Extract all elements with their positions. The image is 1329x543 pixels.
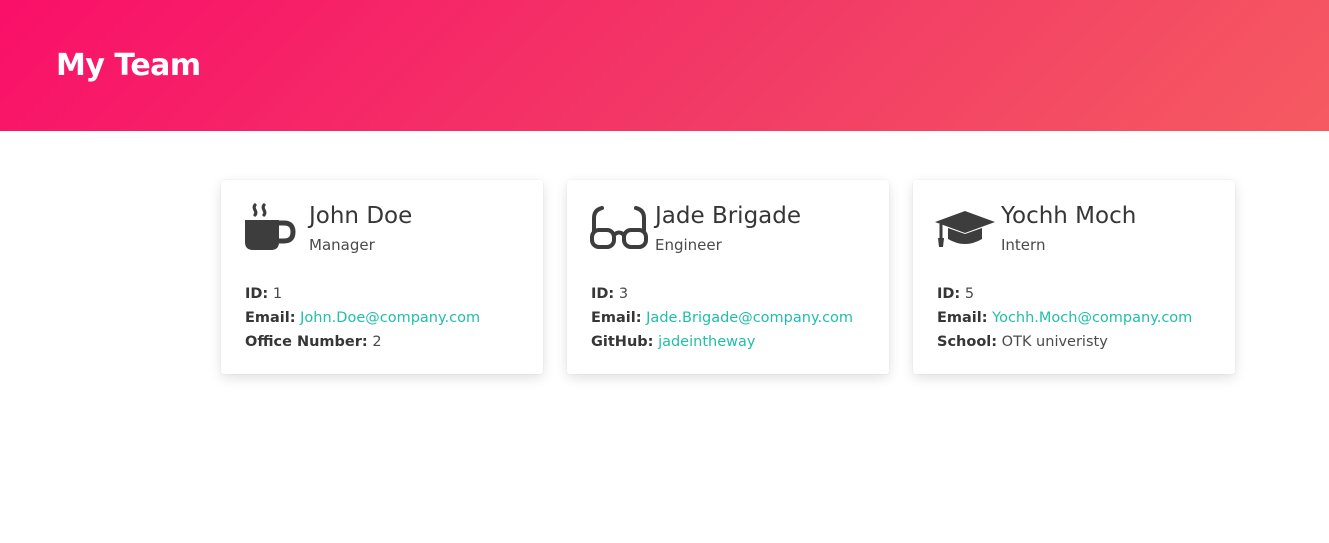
id-row: ID: 1 [245,282,480,306]
school-row: School: OTK univeristy [937,330,1192,354]
team-card-manager: John Doe Manager ID: 1 Email: John.Doe@c… [221,180,543,374]
id-value: 3 [618,286,629,302]
member-name: Jade Brigade [655,203,802,229]
github-row: GitHub: jadeintheway [591,330,853,354]
id-label: ID: [591,286,615,302]
member-role: Engineer [655,236,722,254]
id-row: ID: 5 [937,282,1192,306]
office-number-value: 2 [372,334,382,350]
graduation-cap-icon [935,202,995,256]
coffee-icon [243,202,303,256]
id-value: 5 [964,286,975,302]
email-row: Email: John.Doe@company.com [245,306,480,330]
team-card-engineer: Jade Brigade Engineer ID: 3 Email: Jade.… [567,180,889,374]
email-row: Email: Jade.Brigade@company.com [591,306,853,330]
email-label: Email: [245,310,296,326]
member-details: ID: 5 Email: Yochh.Moch@company.com Scho… [937,282,1192,354]
school-label: School: [937,334,998,350]
office-number-row: Office Number: 2 [245,330,480,354]
id-row: ID: 3 [591,282,853,306]
id-value: 1 [272,286,283,302]
school-value: OTK univeristy [1001,334,1108,350]
hero-header: My Team [0,0,1329,131]
member-role: Manager [309,236,375,254]
id-label: ID: [245,286,269,302]
email-link[interactable]: Yochh.Moch@company.com [992,310,1192,326]
member-role: Intern [1001,236,1046,254]
id-label: ID: [937,286,961,302]
page-title: My Team [56,48,201,83]
team-cards: John Doe Manager ID: 1 Email: John.Doe@c… [221,180,1235,374]
member-details: ID: 3 Email: Jade.Brigade@company.com Gi… [591,282,853,354]
email-label: Email: [591,310,642,326]
team-card-intern: Yochh Moch Intern ID: 5 Email: Yochh.Moc… [913,180,1235,374]
member-name: John Doe [309,203,413,229]
glasses-icon [589,202,649,256]
email-row: Email: Yochh.Moch@company.com [937,306,1192,330]
github-label: GitHub: [591,334,654,350]
member-details: ID: 1 Email: John.Doe@company.com Office… [245,282,480,354]
email-link[interactable]: John.Doe@company.com [300,310,480,326]
email-link[interactable]: Jade.Brigade@company.com [646,310,853,326]
member-name: Yochh Moch [1001,203,1137,229]
office-number-label: Office Number: [245,334,368,350]
email-label: Email: [937,310,988,326]
github-link[interactable]: jadeintheway [658,334,755,350]
